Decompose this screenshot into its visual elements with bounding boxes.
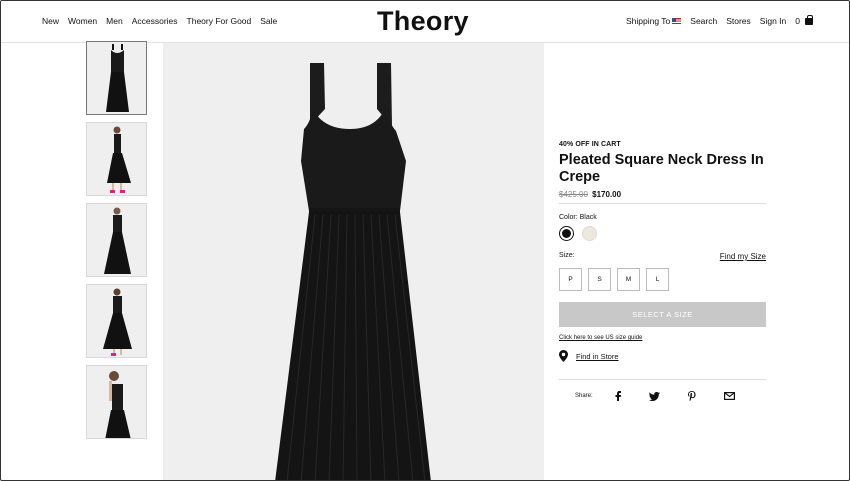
price-row: $425.00 $170.00	[559, 190, 766, 199]
color-label: Color: Black	[559, 214, 597, 221]
size-header: Size: Find my Size	[559, 252, 766, 261]
thumbnail-front-model[interactable]	[86, 203, 147, 277]
shipping-to[interactable]: Shipping To	[626, 16, 682, 26]
nav-theory-for-good[interactable]: Theory For Good	[187, 16, 252, 26]
thumbnail-gallery	[86, 41, 147, 446]
nav-women[interactable]: Women	[68, 16, 97, 26]
select-size-button[interactable]: SELECT A SIZE	[559, 302, 766, 327]
main-nav: New Women Men Accessories Theory For Goo…	[42, 16, 277, 26]
location-pin-icon	[559, 350, 568, 362]
nav-new[interactable]: New	[42, 16, 59, 26]
nav-men[interactable]: Men	[106, 16, 123, 26]
sign-in-link[interactable]: Sign In	[760, 16, 786, 26]
nav-sale[interactable]: Sale	[260, 16, 277, 26]
sale-price: $170.00	[592, 190, 622, 199]
color-swatches	[559, 226, 766, 241]
thumbnail-detail[interactable]	[86, 365, 147, 439]
divider	[559, 379, 766, 380]
shipping-label: Shipping To	[626, 16, 671, 26]
size-option-s[interactable]: S	[588, 268, 611, 291]
size-option-p[interactable]: P	[559, 268, 582, 291]
find-my-size-link[interactable]: Find my Size	[720, 252, 766, 261]
utility-nav: Shipping To Search Stores Sign In 0	[626, 14, 813, 26]
dress-illustration	[275, 63, 431, 480]
find-in-store-row: Find in Store	[559, 350, 766, 362]
facebook-icon[interactable]	[615, 391, 621, 401]
share-icons	[615, 391, 735, 401]
share-row: Share:	[559, 391, 766, 401]
color-swatch-cream[interactable]	[582, 226, 597, 241]
nav-accessories[interactable]: Accessories	[132, 16, 178, 26]
size-option-l[interactable]: L	[646, 268, 669, 291]
size-options: P S M L	[559, 268, 766, 291]
thumbnail-side-walk[interactable]	[86, 122, 147, 196]
size-guide-link[interactable]: Click here to see US size guide	[559, 335, 766, 341]
product-title: Pleated Square Neck Dress In Crepe	[559, 152, 764, 185]
product-details-panel: 40% OFF IN CART Pleated Square Neck Dres…	[559, 141, 766, 401]
page-frame: New Women Men Accessories Theory For Goo…	[0, 0, 850, 481]
find-in-store-link[interactable]: Find in Store	[576, 352, 619, 361]
thumbnail-front[interactable]	[86, 41, 147, 115]
twitter-icon[interactable]	[648, 391, 660, 401]
cart-button[interactable]: 0	[795, 14, 813, 26]
brand-logo[interactable]: Theory	[377, 6, 469, 37]
us-flag-icon	[672, 18, 682, 24]
shopping-bag-icon	[805, 14, 813, 25]
size-option-m[interactable]: M	[617, 268, 640, 291]
divider	[559, 203, 766, 204]
product-main-image[interactable]	[163, 43, 544, 480]
share-label: Share:	[575, 393, 593, 399]
cart-count: 0	[795, 16, 800, 26]
size-label: Size:	[559, 252, 575, 259]
search-link[interactable]: Search	[690, 16, 717, 26]
thumbnail-back-model[interactable]	[86, 284, 147, 358]
original-price: $425.00	[559, 190, 588, 199]
email-icon[interactable]	[723, 392, 735, 400]
promo-label: 40% OFF IN CART	[559, 141, 621, 148]
stores-link[interactable]: Stores	[726, 16, 751, 26]
site-header: New Women Men Accessories Theory For Goo…	[1, 1, 849, 43]
pinterest-icon[interactable]	[687, 391, 696, 401]
color-swatch-black[interactable]	[559, 226, 574, 241]
